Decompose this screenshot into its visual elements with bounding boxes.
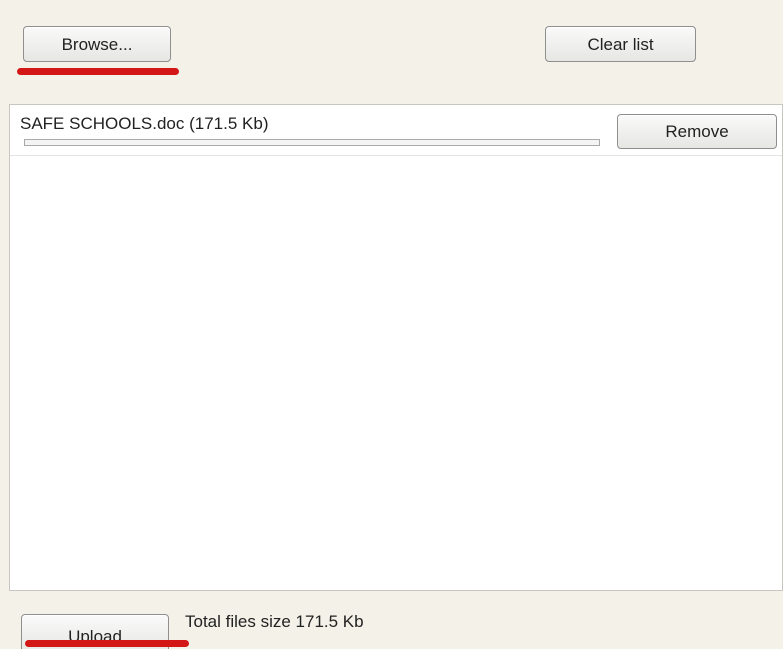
upload-highlight-underline: [25, 640, 189, 647]
browse-highlight-underline: [17, 68, 179, 75]
clear-list-button[interactable]: Clear list: [545, 26, 696, 62]
total-files-size: Total files size 171.5 Kb: [185, 612, 364, 631]
list-item: SAFE SCHOOLS.doc (171.5 Kb) Remove: [10, 105, 782, 156]
file-name-label: SAFE SCHOOLS.doc (171.5 Kb): [20, 114, 269, 133]
file-upload-panel: Browse... Clear list SAFE SCHOOLS.doc (1…: [0, 0, 783, 649]
file-list: SAFE SCHOOLS.doc (171.5 Kb) Remove: [9, 104, 783, 591]
remove-button[interactable]: Remove: [617, 114, 777, 149]
upload-progress-bar: [24, 139, 600, 146]
browse-button[interactable]: Browse...: [23, 26, 171, 62]
